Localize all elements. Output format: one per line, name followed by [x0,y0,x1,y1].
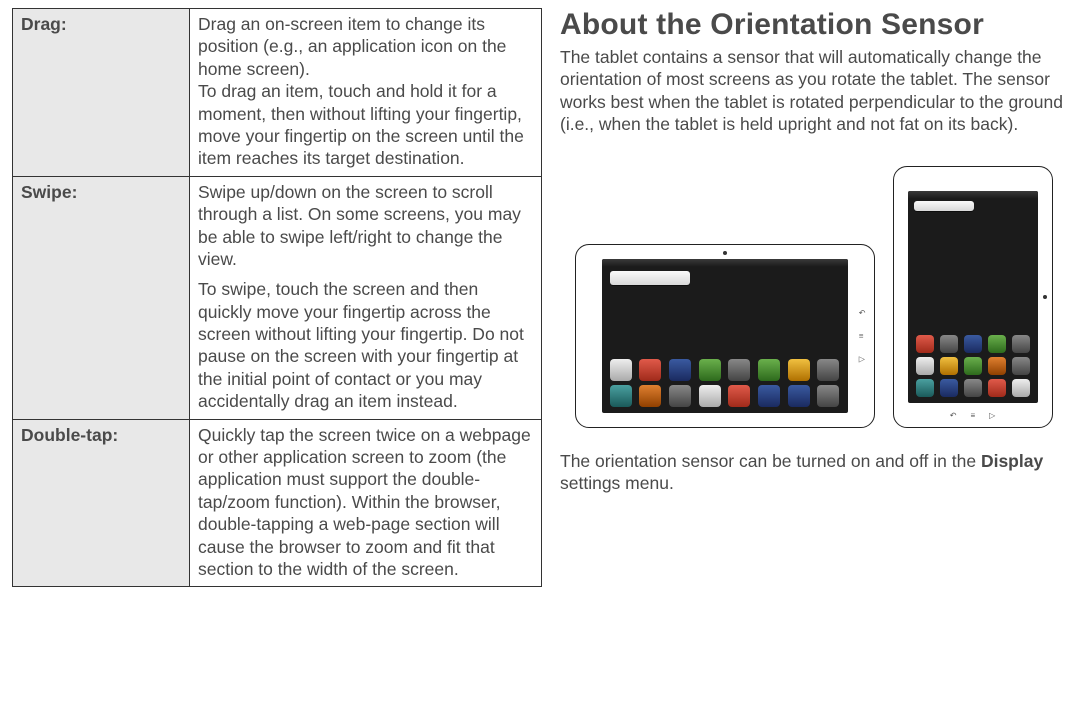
app-icon [1012,379,1030,397]
app-icon [610,359,632,381]
app-icon [1012,357,1030,375]
home-button-icon: ▷ [859,354,866,363]
table-row: Drag: Drag an on-screen item to change i… [13,9,542,177]
gesture-term: Double-tap: [13,419,190,587]
status-bar [908,191,1038,199]
footer-pre: The orientation sensor can be turned on … [560,451,981,471]
app-icon [916,335,934,353]
footer-post: settings menu. [560,473,674,493]
app-icon [788,385,810,407]
search-widget [610,271,690,285]
app-icon [699,359,721,381]
menu-button-icon: ≡ [970,411,975,420]
tablet-illustrations: ↶ ≡ ▷ [560,166,1067,428]
app-icon [817,359,839,381]
page-root: Drag: Drag an on-screen item to change i… [12,8,1067,587]
app-icon [639,359,661,381]
app-icon [669,359,691,381]
app-icon-grid [908,335,1038,397]
app-icon [916,357,934,375]
app-icon [610,385,632,407]
app-icon [669,385,691,407]
app-icon [988,335,1006,353]
gesture-term: Swipe: [13,176,190,419]
app-icon [728,359,750,381]
gesture-definition: Swipe up/down on the screen to scroll th… [190,176,542,419]
table-row: Double-tap: Quickly tap the screen twice… [13,419,542,587]
orientation-section: About the Orientation Sensor The tablet … [560,8,1067,587]
app-icon [988,357,1006,375]
menu-button-icon: ≡ [859,331,866,340]
hardware-buttons: ↶ ≡ ▷ [859,308,866,363]
app-icon [964,357,982,375]
tablet-portrait-illustration: ↶ ≡ ▷ [893,166,1053,428]
app-icon [758,359,780,381]
app-icon [699,385,721,407]
gestures-table-wrapper: Drag: Drag an on-screen item to change i… [12,8,542,587]
app-icon [1012,335,1030,353]
footer-bold: Display [981,451,1043,471]
status-bar [602,259,848,267]
app-icon [916,379,934,397]
table-row: Swipe: Swipe up/down on the screen to sc… [13,176,542,419]
section-title: About the Orientation Sensor [560,8,1067,42]
app-icon [758,385,780,407]
app-icon [964,379,982,397]
app-icon [788,359,810,381]
app-icon [988,379,1006,397]
app-icon [940,379,958,397]
hardware-buttons: ↶ ≡ ▷ [950,411,996,420]
app-icon-grid [602,359,848,407]
back-button-icon: ↶ [950,411,957,420]
app-icon [940,335,958,353]
home-button-icon: ▷ [989,411,995,420]
gesture-term: Drag: [13,9,190,177]
app-icon [964,335,982,353]
section-intro: The tablet contains a sensor that will a… [560,46,1067,136]
back-button-icon: ↶ [859,308,866,317]
app-icon [817,385,839,407]
section-footer: The orientation sensor can be turned on … [560,450,1067,495]
tablet-screen [602,259,848,413]
app-icon [940,357,958,375]
camera-icon [723,251,727,255]
app-icon [639,385,661,407]
tablet-landscape-illustration: ↶ ≡ ▷ [575,244,875,428]
gesture-definition: Drag an on-screen item to change its pos… [190,9,542,177]
app-icon [728,385,750,407]
tablet-screen [908,191,1038,403]
search-widget [914,201,974,211]
gesture-definition: Quickly tap the screen twice on a webpag… [190,419,542,587]
gestures-table: Drag: Drag an on-screen item to change i… [12,8,542,587]
camera-icon [1043,295,1047,299]
